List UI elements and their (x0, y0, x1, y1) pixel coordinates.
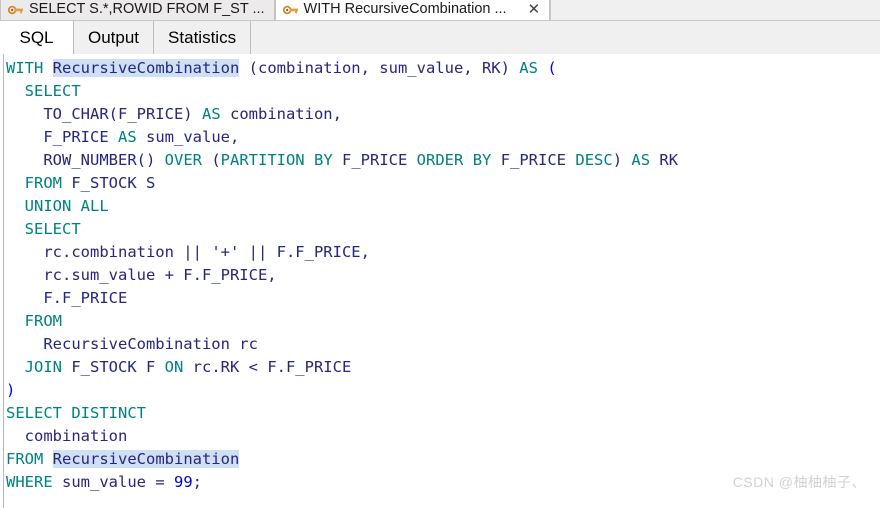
tab-statistics[interactable]: Statistics (154, 21, 252, 54)
code-line: combination (6, 427, 128, 445)
code-line: WITH RecursiveCombination (combination, … (6, 59, 557, 77)
editor-tab-1[interactable]: SELECT S.*,ROWID FROM F_ST ... (0, 0, 275, 20)
code-line: SELECT (24, 82, 81, 100)
editor-gutter (0, 54, 4, 508)
editor-tab-2-label: WITH RecursiveCombination ... (303, 1, 507, 17)
code-line: FROM RecursiveCombination (6, 450, 240, 468)
code-line: F_PRICE AS sum_value, (6, 128, 240, 146)
code-line: SELECT DISTINCT (6, 404, 146, 422)
code-line: FROM (24, 312, 62, 330)
sql-code-text[interactable]: WITH RecursiveCombination (combination, … (6, 57, 880, 494)
key-icon (8, 5, 23, 14)
code-line: ) (6, 381, 16, 399)
key-icon (282, 5, 298, 14)
code-line: TO_CHAR(F_PRICE) AS combination, (6, 105, 342, 123)
editor-tab-1-label: SELECT S.*,ROWID FROM F_ST ... (29, 1, 265, 17)
code-line: FROM F_STOCK S (24, 174, 156, 192)
tab-sql[interactable]: SQL (0, 21, 74, 54)
code-line: rc.combination || '+' || F.F_PRICE, (6, 243, 370, 261)
tab-statistics-label: Statistics (168, 27, 237, 47)
editor-tab-2[interactable]: WITH RecursiveCombination ... ✕ (274, 0, 551, 20)
editor-tab-strip: SELECT S.*,ROWID FROM F_ST ... WITH Recu… (0, 0, 880, 21)
code-line: RecursiveCombination rc (6, 335, 258, 353)
close-icon[interactable]: ✕ (528, 2, 541, 17)
code-line: ROW_NUMBER() OVER (PARTITION BY F_PRICE … (6, 151, 679, 169)
tab-strip-filler (550, 0, 880, 20)
code-line: F.F_PRICE (6, 289, 128, 307)
watermark: CSDN @柚柚柚子、 (732, 474, 866, 490)
tab-sql-label: SQL (19, 27, 54, 47)
pane-tab-filler (251, 21, 880, 54)
tab-output[interactable]: Output (74, 21, 155, 54)
sql-editor-pane[interactable]: WITH RecursiveCombination (combination, … (0, 54, 880, 508)
code-line: JOIN F_STOCK F ON rc.RK < F.F_PRICE (24, 358, 352, 376)
code-line: UNION ALL (24, 197, 109, 215)
code-line: SELECT (24, 220, 81, 238)
tab-output-label: Output (88, 27, 140, 47)
code-line: rc.sum_value + F.F_PRICE, (6, 266, 277, 284)
pane-tab-bar: SQL Output Statistics (0, 21, 880, 54)
